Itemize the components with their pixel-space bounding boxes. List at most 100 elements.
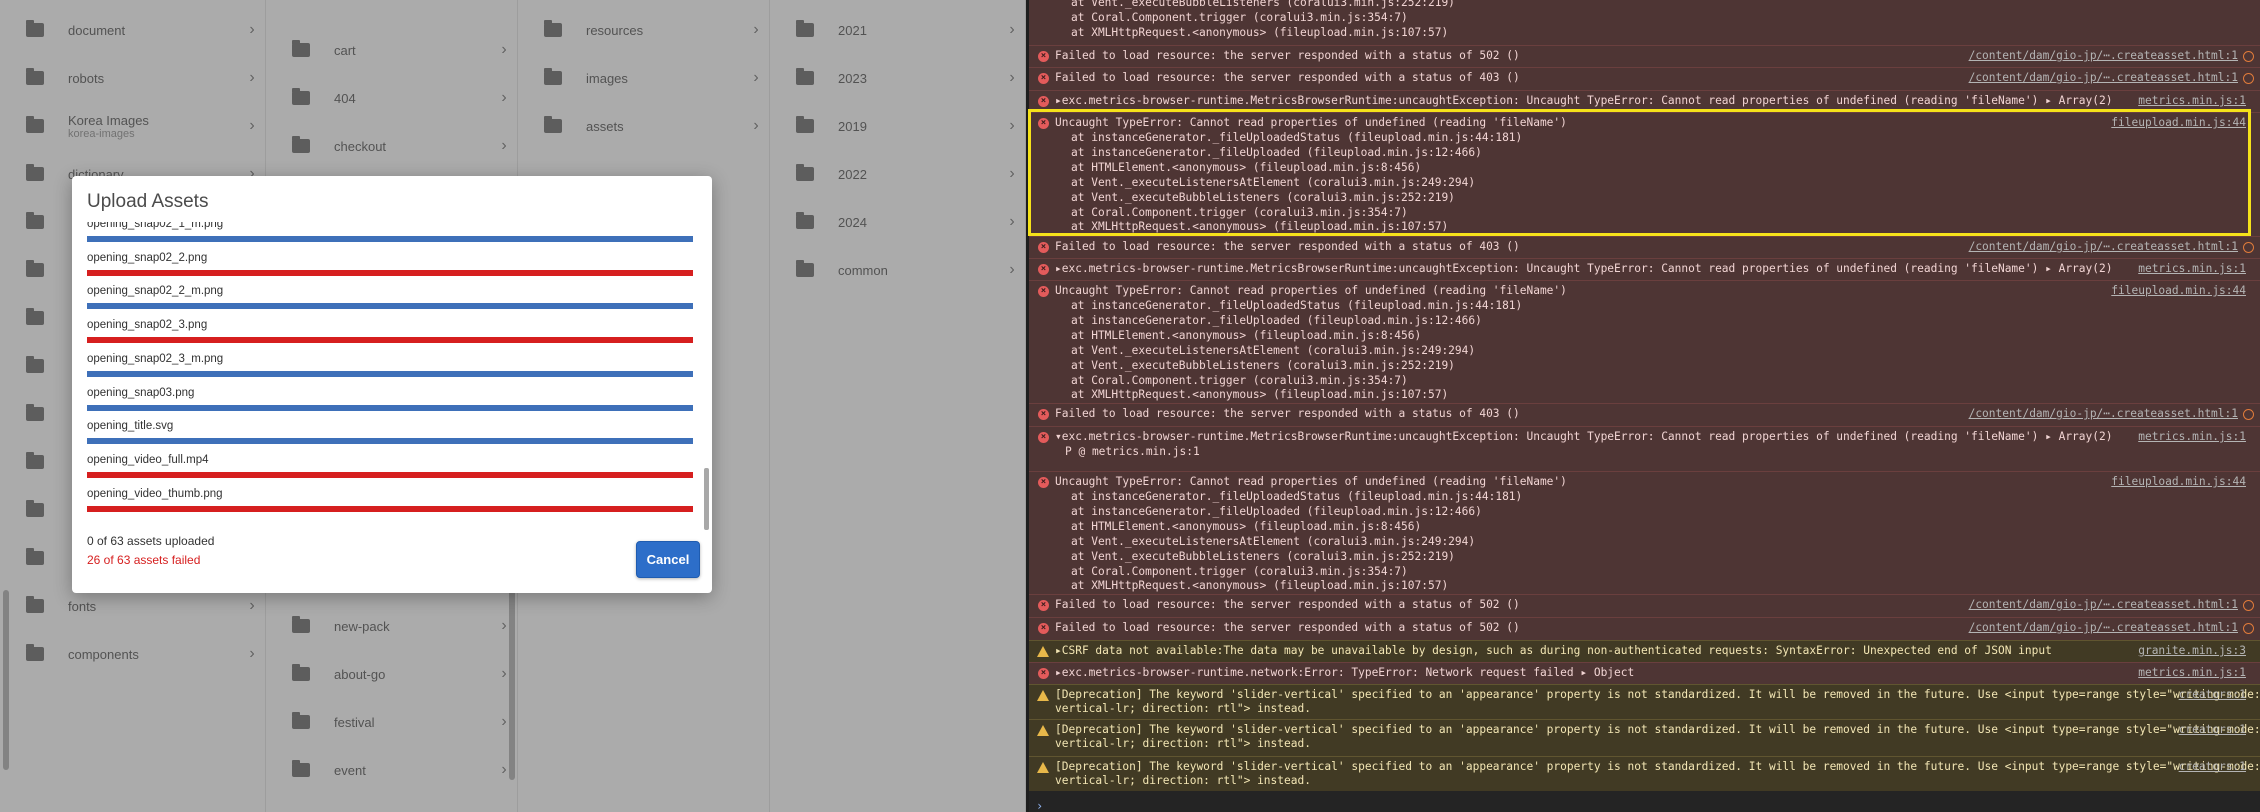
progress-bar-failed <box>87 471 693 478</box>
progress-bar-ok <box>87 438 693 445</box>
file-name: opening_snap03.png <box>87 386 195 399</box>
console-error[interactable]: × Uncaught TypeError: Cannot read propert… <box>1029 280 2260 403</box>
console-message-text: Uncaught TypeError: Cannot read properti… <box>1055 284 1567 297</box>
network-request-icon[interactable] <box>2243 409 2254 420</box>
error-icon: × <box>1038 51 1049 62</box>
console-source-link[interactable]: metrics.min.js:1 <box>2138 262 2246 275</box>
network-request-icon[interactable] <box>2243 51 2254 62</box>
upload-file-item: opening_snap02_3_m.png <box>87 353 693 387</box>
progress-bar-ok <box>87 370 693 377</box>
network-request-icon[interactable] <box>2243 623 2254 634</box>
console-error[interactable]: × Failed to load resource: the server res… <box>1029 236 2260 258</box>
console-source-link[interactable]: /content/dam/gio-jp/⋯.createasset.html:1 <box>1969 240 2238 253</box>
console-source-link[interactable]: /content/dam/gio-jp/⋯.createasset.html:1 <box>1969 598 2238 611</box>
stack-frame[interactable]: at HTMLElement.<anonymous> (fileupload.m… <box>1071 329 1522 344</box>
console-warning[interactable]: [Deprecation] The keyword 'slider-vertic… <box>1029 756 2260 791</box>
stack-frame[interactable]: at instanceGenerator._fileUploaded (file… <box>1071 314 1522 329</box>
console-prompt[interactable]: › <box>1036 799 1043 812</box>
upload-file-item: opening_snap02_2_m.png <box>87 285 693 319</box>
stack-frame[interactable]: at Coral.Component.trigger (coralui3.min… <box>1071 374 1522 389</box>
upload-file-list[interactable]: opening_snap02_1_m.png opening_snap02_2.p… <box>87 222 700 522</box>
upload-file-item: opening_video_full.mp4 <box>87 454 693 488</box>
stack-frame[interactable]: at Vent._executeListenersAtElement (cora… <box>1071 344 1522 359</box>
console-source-link[interactable]: metrics.min.js:1 <box>2138 666 2246 679</box>
network-request-icon[interactable] <box>2243 73 2254 84</box>
console-error[interactable]: × Failed to load resource: the server res… <box>1029 594 2260 617</box>
console-error[interactable]: × Failed to load resource: the server res… <box>1029 403 2260 426</box>
upload-file-item: opening_snap02_1_m.png <box>87 222 693 252</box>
console-error[interactable]: × ▸exc.metrics-browser-runtime.MetricsBro… <box>1029 90 2260 112</box>
stack-frame[interactable]: at Vent._executeListenersAtElement (cora… <box>1071 176 1522 191</box>
error-icon: × <box>1038 409 1049 420</box>
network-request-icon[interactable] <box>2243 600 2254 611</box>
console-message-text: ▾exc.metrics-browser-runtime.MetricsBrow… <box>1055 430 2113 443</box>
console-warning[interactable]: [Deprecation] The keyword 'slider-vertic… <box>1029 719 2260 756</box>
console-error[interactable]: × Uncaught TypeError: Cannot read propert… <box>1029 471 2260 594</box>
stack-frame[interactable]: at instanceGenerator._fileUploadedStatus… <box>1071 299 1522 314</box>
upload-file-item: opening_snap03.png <box>87 387 693 421</box>
error-icon: × <box>1038 264 1049 275</box>
stack-frame[interactable]: at instanceGenerator._fileUploadedStatus… <box>1071 490 1522 505</box>
console-error[interactable]: × ▸exc.metrics-browser-runtime.MetricsBro… <box>1029 258 2260 280</box>
console-source-link[interactable]: fileupload.min.js:44 <box>2111 475 2246 488</box>
warning-icon <box>1037 725 1049 736</box>
console-source-link[interactable]: /content/dam/gio-jp/⋯.createasset.html:1 <box>1969 71 2238 84</box>
error-icon: × <box>1038 73 1049 84</box>
cancel-button[interactable]: Cancel <box>636 541 700 578</box>
dialog-title: Upload Assets <box>87 191 209 212</box>
error-icon: × <box>1038 623 1049 634</box>
console-source-link[interactable]: /content/dam/gio-jp/⋯.createasset.html:1 <box>1969 621 2238 634</box>
error-icon: × <box>1038 242 1049 253</box>
console-message-text: Uncaught TypeError: Cannot read properti… <box>1055 116 1567 129</box>
error-icon: × <box>1038 118 1049 129</box>
upload-file-item: opening_video_thumb.png <box>87 488 693 522</box>
stack-frame[interactable]: at Vent._executeBubbleListeners (coralui… <box>1071 550 1522 565</box>
stack-frame[interactable]: at instanceGenerator._fileUploaded (file… <box>1071 505 1522 520</box>
console-message-text: [Deprecation] The keyword 'slider-vertic… <box>1055 723 2260 751</box>
console-source-link[interactable]: creators:1 <box>2179 723 2246 736</box>
devtools-console: at Vent._executeBubbleListeners (coralui… <box>1029 0 2260 812</box>
stack-frame[interactable]: at XMLHttpRequest.<anonymous> (fileuploa… <box>1071 388 1522 403</box>
file-name: opening_snap02_1_m.png <box>87 222 224 230</box>
console-message-partial: at Vent._executeBubbleListeners (coralui… <box>1029 0 2260 45</box>
console-warning[interactable]: [Deprecation] The keyword 'slider-vertic… <box>1029 684 2260 719</box>
file-name: opening_video_full.mp4 <box>87 453 209 466</box>
console-error[interactable]: × Uncaught TypeError: Cannot read propert… <box>1029 112 2260 236</box>
upload-file-item: opening_title.svg <box>87 420 693 454</box>
console-error[interactable]: × Failed to load resource: the server res… <box>1029 67 2260 90</box>
console-source-link[interactable]: creators:1 <box>2179 688 2246 701</box>
warning-icon <box>1037 646 1049 657</box>
console-error[interactable]: × ▾exc.metrics-browser-runtime.MetricsBro… <box>1029 426 2260 471</box>
console-warning[interactable]: ▸CSRF data not available:The data may be… <box>1029 640 2260 662</box>
console-error[interactable]: × ▸exc.metrics-browser-runtime.network:Er… <box>1029 662 2260 684</box>
console-source-link[interactable]: granite.min.js:3 <box>2138 644 2246 657</box>
stack-frame[interactable]: at XMLHttpRequest.<anonymous> (fileuploa… <box>1071 26 1455 41</box>
console-source-link[interactable]: /content/dam/gio-jp/⋯.createasset.html:1 <box>1969 49 2238 62</box>
stack-frame[interactable]: at Coral.Component.trigger (coralui3.min… <box>1071 206 1522 221</box>
stack-frame[interactable]: at Vent._executeBubbleListeners (coralui… <box>1071 359 1522 374</box>
console-source-link[interactable]: /content/dam/gio-jp/⋯.createasset.html:1 <box>1969 407 2238 420</box>
console-error[interactable]: × Failed to load resource: the server res… <box>1029 45 2260 67</box>
stack-frame[interactable]: at HTMLElement.<anonymous> (fileupload.m… <box>1071 161 1522 176</box>
console-source-link[interactable]: fileupload.min.js:44 <box>2111 116 2246 129</box>
stack-frame[interactable]: at Vent._executeListenersAtElement (cora… <box>1071 535 1522 550</box>
stack-frame[interactable]: at instanceGenerator._fileUploaded (file… <box>1071 146 1522 161</box>
console-source-link[interactable]: metrics.min.js:1 <box>2138 94 2246 107</box>
stack-frame[interactable]: at instanceGenerator._fileUploadedStatus… <box>1071 131 1522 146</box>
stack-frame[interactable]: at Coral.Component.trigger (coralui3.min… <box>1071 11 1455 26</box>
stack-frame[interactable]: at Coral.Component.trigger (coralui3.min… <box>1071 565 1522 580</box>
stack-frame[interactable]: at Vent._executeBubbleListeners (coralui… <box>1071 191 1522 206</box>
network-request-icon[interactable] <box>2243 242 2254 253</box>
upload-file-item: opening_snap02_3.png <box>87 319 693 353</box>
dialog-scrollbar[interactable] <box>704 468 709 530</box>
console-source-link[interactable]: fileupload.min.js:44 <box>2111 284 2246 297</box>
stack-frame[interactable]: at XMLHttpRequest.<anonymous> (fileuploa… <box>1071 220 1522 235</box>
stack-frame[interactable]: P @ metrics.min.js:1 <box>1065 445 1200 460</box>
console-error[interactable]: × Failed to load resource: the server res… <box>1029 617 2260 640</box>
console-source-link[interactable]: creators:1 <box>2179 760 2246 773</box>
warning-icon <box>1037 690 1049 701</box>
console-source-link[interactable]: metrics.min.js:1 <box>2138 430 2246 443</box>
stack-frame[interactable]: at Vent._executeBubbleListeners (coralui… <box>1071 0 1455 11</box>
stack-frame[interactable]: at XMLHttpRequest.<anonymous> (fileuploa… <box>1071 579 1522 594</box>
stack-frame[interactable]: at HTMLElement.<anonymous> (fileupload.m… <box>1071 520 1522 535</box>
